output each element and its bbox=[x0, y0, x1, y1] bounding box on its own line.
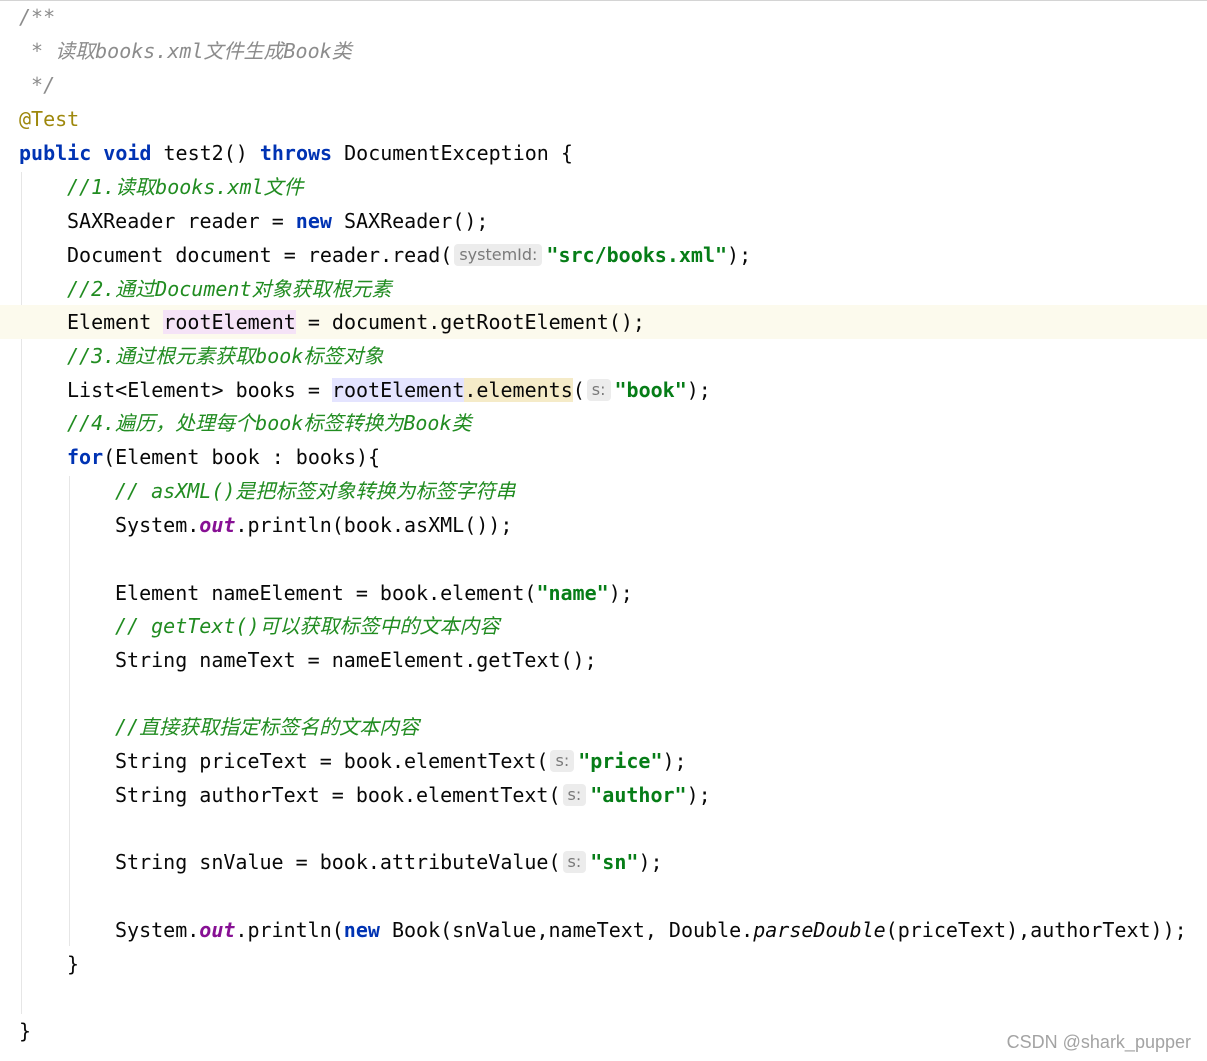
method-call-highlight: .elements bbox=[464, 378, 573, 402]
code-text: System. bbox=[115, 918, 200, 942]
parameter-hint: s: bbox=[562, 784, 587, 806]
code-text: .println(book.asXML()); bbox=[235, 513, 513, 537]
code-line-4: @Test bbox=[0, 102, 1207, 136]
variable-declaration-highlight: rootElement bbox=[163, 310, 296, 334]
code-line-22: //直接获取指定标签名的文本内容 bbox=[0, 710, 1207, 744]
parameter-hint: s: bbox=[586, 379, 611, 401]
code-line-6: //1.读取books.xml文件 bbox=[0, 170, 1207, 204]
code-text: ); bbox=[638, 850, 663, 874]
code-text: String authorText = book.elementText( bbox=[115, 783, 561, 807]
code-line-11: //3.通过根元素获取book标签对象 bbox=[0, 339, 1207, 373]
code-text: ); bbox=[727, 243, 752, 267]
parameter-hint: s: bbox=[550, 750, 575, 772]
line-comment: //直接获取指定标签名的文本内容 bbox=[115, 715, 420, 739]
line-comment: //2.通过Document对象获取根元素 bbox=[67, 277, 392, 301]
doc-comment: */ bbox=[19, 73, 56, 97]
keyword: void bbox=[103, 141, 152, 165]
code-line-5: public void test2() throws DocumentExcep… bbox=[0, 136, 1207, 170]
code-text: SAXReader(); bbox=[331, 209, 489, 233]
code-line-12: List<Element> books = rootElement.elemen… bbox=[0, 373, 1207, 407]
doc-comment: * 读取books.xml文件生成Book类 bbox=[19, 39, 352, 63]
code-line-19: // getText()可以获取标签中的文本内容 bbox=[0, 609, 1207, 643]
code-line-18: Element nameElement = book.element("name… bbox=[0, 576, 1207, 610]
code-text: ); bbox=[608, 581, 633, 605]
code-text: .println( bbox=[235, 918, 344, 942]
annotation: @Test bbox=[19, 107, 80, 131]
closing-brace: } bbox=[67, 952, 80, 976]
code-editor[interactable]: /** * 读取books.xml文件生成Book类 */ @Test publ… bbox=[0, 0, 1207, 1061]
code-line-2: * 读取books.xml文件生成Book类 bbox=[0, 34, 1207, 68]
string-literal: "sn" bbox=[590, 850, 639, 874]
code-line-26: String snValue = book.attributeValue(s: "… bbox=[0, 845, 1207, 879]
code-text: SAXReader reader = bbox=[67, 209, 296, 233]
code-line-23: String priceText = book.elementText(s: "p… bbox=[0, 744, 1207, 778]
keyword: throws bbox=[259, 141, 333, 165]
static-method: parseDouble bbox=[753, 918, 886, 942]
code-line-7: SAXReader reader = new SAXReader(); bbox=[0, 204, 1207, 238]
code-line-29: } bbox=[0, 947, 1207, 981]
code-line-13: //4.遍历，处理每个book标签转换为Book类 bbox=[0, 406, 1207, 440]
string-literal: "price" bbox=[578, 749, 663, 773]
code-text: System. bbox=[115, 513, 200, 537]
keyword: new bbox=[343, 918, 380, 942]
code-text: List<Element> books = bbox=[67, 378, 332, 402]
watermark: CSDN @shark_pupper bbox=[1006, 1032, 1191, 1052]
parameter-hint: systemId: bbox=[454, 244, 543, 266]
code-text: Element nameElement = book.element( bbox=[115, 581, 537, 605]
code-line-1: /** bbox=[0, 0, 1207, 34]
code-line-3: */ bbox=[0, 68, 1207, 102]
code-text: ); bbox=[686, 378, 711, 402]
code-text: String nameText = nameElement.getText(); bbox=[115, 648, 597, 672]
code-text: ); bbox=[686, 783, 711, 807]
line-comment: // asXML()是把标签对象转换为标签字符串 bbox=[115, 479, 516, 503]
code-text: = document.getRootElement(); bbox=[295, 310, 645, 334]
doc-comment: /** bbox=[19, 5, 56, 29]
keyword: for bbox=[67, 445, 104, 469]
code-line-8: Document document = reader.read(systemId… bbox=[0, 238, 1207, 272]
code-text: ); bbox=[662, 749, 687, 773]
string-literal: "book" bbox=[614, 378, 687, 402]
string-literal: "author" bbox=[590, 783, 687, 807]
parameter-hint: s: bbox=[562, 851, 587, 873]
code-line-14: for(Element book : books){ bbox=[0, 440, 1207, 474]
closing-brace: } bbox=[19, 1019, 32, 1043]
code-text: Document document = reader.read( bbox=[67, 243, 453, 267]
keyword: new bbox=[295, 209, 332, 233]
code-line-16: System.out.println(book.asXML()); bbox=[0, 508, 1207, 542]
line-comment: // getText()可以获取标签中的文本内容 bbox=[115, 614, 500, 638]
line-comment: //1.读取books.xml文件 bbox=[67, 175, 304, 199]
code-text: DocumentException { bbox=[332, 141, 573, 165]
variable-usage-highlight: rootElement bbox=[331, 378, 465, 402]
code-text: String snValue = book.attributeValue( bbox=[115, 850, 561, 874]
code-line-9: //2.通过Document对象获取根元素 bbox=[0, 272, 1207, 306]
code-line-24: String authorText = book.elementText(s: "… bbox=[0, 778, 1207, 812]
string-literal: "src/books.xml" bbox=[546, 243, 728, 267]
keyword: public bbox=[19, 141, 92, 165]
line-comment: //4.遍历，处理每个book标签转换为Book类 bbox=[67, 411, 472, 435]
code-text: (priceText),authorText)); bbox=[885, 918, 1187, 942]
code-text: ( bbox=[572, 378, 585, 402]
code-line-15: // asXML()是把标签对象转换为标签字符串 bbox=[0, 474, 1207, 508]
code-line-10-current: Element rootElement = document.getRootEl… bbox=[0, 305, 1207, 339]
line-comment: //3.通过根元素获取book标签对象 bbox=[67, 344, 384, 368]
static-field: out bbox=[199, 918, 236, 942]
method-signature: test2() bbox=[151, 141, 260, 165]
code-line-28: System.out.println(new Book(snValue,name… bbox=[0, 913, 1207, 947]
code-text: Element bbox=[67, 310, 164, 334]
code-line-20: String nameText = nameElement.getText(); bbox=[0, 643, 1207, 677]
code-text: String priceText = book.elementText( bbox=[115, 749, 549, 773]
code-text: Book(snValue,nameText, Double. bbox=[379, 918, 754, 942]
code-text: (Element book : books){ bbox=[103, 445, 381, 469]
static-field: out bbox=[199, 513, 236, 537]
string-literal: "name" bbox=[536, 581, 609, 605]
